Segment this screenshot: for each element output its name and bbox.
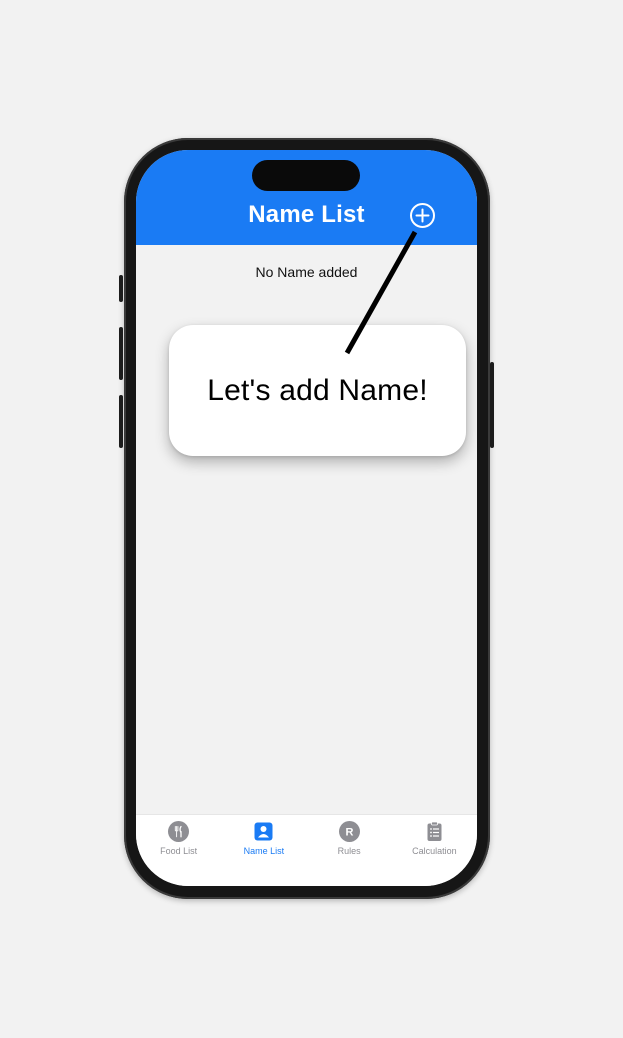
plus-circle-icon[interactable] (409, 202, 436, 229)
hint-callout: Let's add Name! (169, 325, 466, 456)
power-button (490, 362, 494, 448)
action-button (119, 275, 123, 302)
tab-rules[interactable]: R Rules (307, 815, 392, 886)
person-icon (254, 822, 273, 841)
svg-text:R: R (345, 827, 353, 839)
tab-bar: Food List Name List R Rules Calculation (136, 814, 477, 886)
tab-label: Name List (243, 846, 285, 856)
volume-up-button (119, 327, 123, 380)
app-screen: Name List No Name added Let's add Name! … (136, 150, 477, 886)
tab-label: Calculation (412, 846, 457, 856)
phone-frame: Name List No Name added Let's add Name! … (119, 138, 494, 899)
tab-calculation[interactable]: Calculation (392, 815, 477, 886)
clipboard-list-icon (427, 821, 442, 841)
fork-knife-icon (168, 821, 190, 842)
callout-text: Let's add Name! (207, 373, 428, 407)
empty-state-message: No Name added (255, 264, 358, 280)
letter-r-icon: R (338, 821, 360, 842)
volume-down-button (119, 395, 123, 448)
tab-label: Rules (337, 846, 361, 856)
dynamic-island (252, 160, 360, 191)
callout-pointer-line (344, 230, 418, 355)
tab-food-list[interactable]: Food List (136, 815, 221, 886)
tab-label: Food List (160, 846, 198, 856)
tab-name-list[interactable]: Name List (221, 815, 306, 886)
